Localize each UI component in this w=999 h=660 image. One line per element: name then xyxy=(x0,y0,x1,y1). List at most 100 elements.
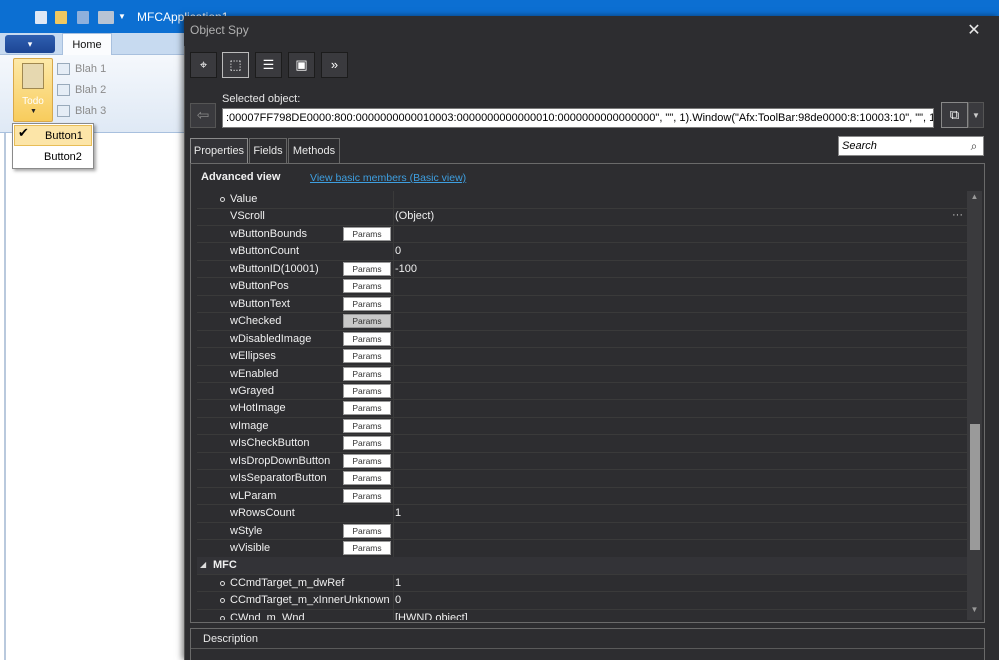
params-button[interactable]: Params xyxy=(343,453,391,468)
blah-3-button[interactable]: Blah 3 xyxy=(57,102,106,120)
scroll-up-icon[interactable]: ▲ xyxy=(969,192,980,202)
more-options-icon[interactable]: » xyxy=(321,52,348,78)
params-button[interactable]: Params xyxy=(343,314,391,329)
crosshair-icon[interactable]: ⌖ xyxy=(190,52,217,78)
params-button[interactable]: Params xyxy=(343,349,391,364)
property-value-cell[interactable] xyxy=(393,365,967,383)
property-row[interactable]: wButtonPos Params xyxy=(197,278,967,296)
scrollbar-thumb[interactable] xyxy=(970,424,980,550)
params-button[interactable]: Params xyxy=(343,436,391,451)
params-button[interactable]: Params xyxy=(343,488,391,503)
print-icon[interactable] xyxy=(98,11,114,24)
params-button[interactable]: Params xyxy=(343,418,391,433)
property-row[interactable]: wButtonCount 0 xyxy=(197,243,967,261)
application-menu-button[interactable]: ▾ xyxy=(5,35,55,53)
property-row[interactable]: VScroll (Object) ··· xyxy=(197,208,967,226)
property-value-cell[interactable] xyxy=(393,330,967,348)
property-value-cell[interactable] xyxy=(393,487,967,505)
property-value-cell[interactable] xyxy=(393,348,967,366)
property-row[interactable]: wEnabled Params xyxy=(197,365,967,383)
close-icon[interactable]: ✕ xyxy=(962,19,986,43)
property-value-cell[interactable] xyxy=(393,609,967,620)
property-row[interactable]: wStyle Params xyxy=(197,522,967,541)
tab-home[interactable]: Home xyxy=(62,33,112,56)
params-button[interactable]: Params xyxy=(343,261,391,276)
property-value-cell[interactable] xyxy=(393,278,967,296)
ellipsis-button[interactable]: ··· xyxy=(952,209,963,221)
qat-dropdown-icon[interactable]: ▼ xyxy=(118,12,126,21)
vertical-scrollbar[interactable] xyxy=(967,191,982,620)
property-value-cell[interactable] xyxy=(393,574,967,592)
params-button[interactable]: Params xyxy=(343,331,391,346)
copy-object-icon[interactable]: ⧉ xyxy=(941,102,968,128)
selected-object-field[interactable]: :00007FF798DE0000:800:0000000000010003:0… xyxy=(222,108,934,128)
property-value-cell[interactable] xyxy=(393,260,967,278)
save-icon[interactable] xyxy=(77,11,89,24)
property-value-cell[interactable] xyxy=(393,400,967,418)
property-row[interactable]: wVisible Params xyxy=(197,540,967,558)
add-to-repository-icon[interactable]: ▣ xyxy=(288,52,315,78)
open-folder-icon[interactable] xyxy=(55,11,67,24)
property-row[interactable]: wIsCheckButton Params xyxy=(197,435,967,453)
property-row[interactable]: wButtonBounds Params xyxy=(197,225,967,244)
params-button[interactable]: Params xyxy=(343,279,391,294)
menu-item-button2[interactable]: Button2 xyxy=(14,147,92,168)
property-row[interactable]: wHotImage Params xyxy=(197,400,967,418)
object-spy-titlebar[interactable] xyxy=(184,16,999,46)
scroll-down-icon[interactable]: ▼ xyxy=(969,605,980,615)
property-value-cell[interactable] xyxy=(393,295,967,313)
property-value-cell[interactable] xyxy=(393,191,967,208)
property-value-cell[interactable] xyxy=(393,382,967,400)
params-button[interactable]: Params xyxy=(343,226,391,241)
params-button[interactable]: Params xyxy=(343,523,391,538)
property-value-cell[interactable] xyxy=(393,225,967,243)
todo-split-button[interactable]: ▼ xyxy=(13,58,53,122)
chevron-down-icon[interactable]: ▼ xyxy=(968,102,984,128)
basic-view-link[interactable]: View basic members (Basic view) xyxy=(310,172,466,184)
property-value-cell[interactable] xyxy=(393,208,967,226)
property-value-cell[interactable] xyxy=(393,522,967,540)
params-button[interactable]: Params xyxy=(343,366,391,381)
params-button[interactable]: Params xyxy=(343,471,391,486)
property-value-cell[interactable] xyxy=(393,452,967,470)
property-row[interactable]: wButtonText Params xyxy=(197,295,967,314)
property-row[interactable]: wLParam Params xyxy=(197,487,967,506)
tab-fields[interactable]: Fields xyxy=(249,138,287,163)
point-and-fix-icon[interactable]: ⬚ xyxy=(222,52,249,78)
params-button[interactable]: Params xyxy=(343,401,391,416)
new-file-icon[interactable] xyxy=(35,11,47,24)
property-row[interactable]: wEllipses Params xyxy=(197,348,967,366)
blah-1-button[interactable]: Blah 1 xyxy=(57,60,106,78)
property-value-cell[interactable] xyxy=(393,313,967,331)
blah-2-button[interactable]: Blah 2 xyxy=(57,81,106,99)
property-value-cell[interactable] xyxy=(393,243,967,261)
property-row[interactable]: CCmdTarget_m_xInnerUnknown 0 xyxy=(197,592,967,610)
search-input[interactable]: Search xyxy=(838,136,984,156)
property-row[interactable]: wDisabledImage Params xyxy=(197,330,967,349)
property-row[interactable]: wChecked Params xyxy=(197,313,967,331)
property-value-cell[interactable] xyxy=(393,540,967,557)
property-row[interactable]: wRowsCount 1 xyxy=(197,505,967,523)
property-value-cell[interactable] xyxy=(393,435,967,453)
tab-properties[interactable]: Properties xyxy=(190,138,248,163)
property-value-cell[interactable] xyxy=(393,417,967,435)
property-row[interactable]: wGrayed Params xyxy=(197,382,967,401)
property-row[interactable]: wIsSeparatorButton Params xyxy=(197,470,967,488)
collapse-triangle-icon[interactable]: ◢ xyxy=(200,560,206,569)
params-button[interactable]: Params xyxy=(343,541,391,555)
property-value-cell[interactable] xyxy=(393,592,967,610)
params-button[interactable]: Params xyxy=(343,383,391,398)
object-tree-icon[interactable]: ☰ xyxy=(255,52,282,78)
property-row[interactable]: Value xyxy=(197,191,967,209)
property-value-cell[interactable] xyxy=(393,505,967,523)
property-row[interactable]: wIsDropDownButton Params xyxy=(197,452,967,471)
params-button[interactable]: Params xyxy=(343,296,391,311)
property-group-row[interactable]: ◢ MFC xyxy=(197,557,967,575)
back-arrow-icon[interactable]: ⇦ xyxy=(190,103,216,128)
property-row[interactable]: CWnd_m_Wnd [HWND object] xyxy=(197,609,967,620)
property-row[interactable]: wImage Params xyxy=(197,417,967,436)
property-value-cell[interactable] xyxy=(393,470,967,488)
search-icon[interactable]: ⌕ xyxy=(966,138,982,154)
property-row[interactable]: CCmdTarget_m_dwRef 1 xyxy=(197,574,967,593)
tab-methods[interactable]: Methods xyxy=(288,138,340,163)
